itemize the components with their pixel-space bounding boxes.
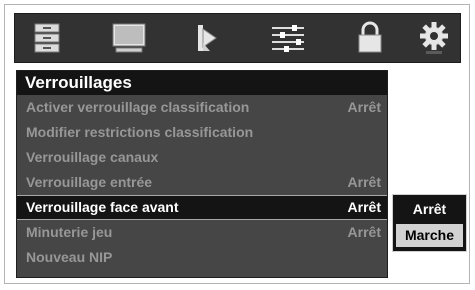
menu-item-label: Activer verrouillage classification — [26, 99, 250, 115]
menu-item-label: Verrouillage entrée — [26, 174, 153, 190]
option-on[interactable]: Marche — [396, 224, 463, 247]
menu-item-value: Arrêt — [347, 224, 381, 240]
top-icon-bar — [14, 13, 461, 63]
menu-title: Verrouillages — [17, 71, 387, 95]
menu-item-value: Arrêt — [347, 99, 381, 115]
speaker-icon[interactable] — [177, 14, 237, 62]
menu-item-activate-rating-lock[interactable]: Activer verrouillage classification Arrê… — [17, 95, 387, 120]
menu-item-channel-lock[interactable]: Verrouillage canaux — [17, 145, 387, 170]
menu-item-label: Minuterie jeu — [26, 224, 113, 240]
lock-icon[interactable] — [340, 14, 400, 62]
picture-settings-icon[interactable] — [17, 14, 77, 62]
menu-item-label: Modifier restrictions classification — [26, 124, 254, 140]
menu-item-value: Arrêt — [347, 174, 381, 190]
menu-item-label: Nouveau NIP — [26, 249, 113, 265]
menu-item-edit-rating-restrictions[interactable]: Modifier restrictions classification — [17, 120, 387, 145]
menu-item-front-panel-lock[interactable]: Verrouillage face avant Arrêt — [17, 195, 387, 220]
gear-icon[interactable] — [404, 14, 464, 62]
menu-item-new-pin[interactable]: Nouveau NIP — [17, 245, 387, 270]
menu-item-label: Verrouillage face avant — [26, 199, 179, 215]
equalizer-sliders-icon[interactable] — [258, 14, 318, 62]
menu-item-game-timer[interactable]: Minuterie jeu Arrêt — [17, 220, 387, 245]
menu-item-input-lock[interactable]: Verrouillage entrée Arrêt — [17, 170, 387, 195]
menu-item-label: Verrouillage canaux — [26, 149, 159, 165]
lock-settings-menu: Verrouillages Activer verrouillage class… — [16, 70, 388, 278]
option-popup: Arrêt Marche — [392, 194, 467, 252]
tv-screen-icon[interactable] — [99, 14, 159, 62]
menu-item-value: Arrêt — [347, 199, 381, 215]
option-off[interactable]: Arrêt — [396, 198, 463, 221]
